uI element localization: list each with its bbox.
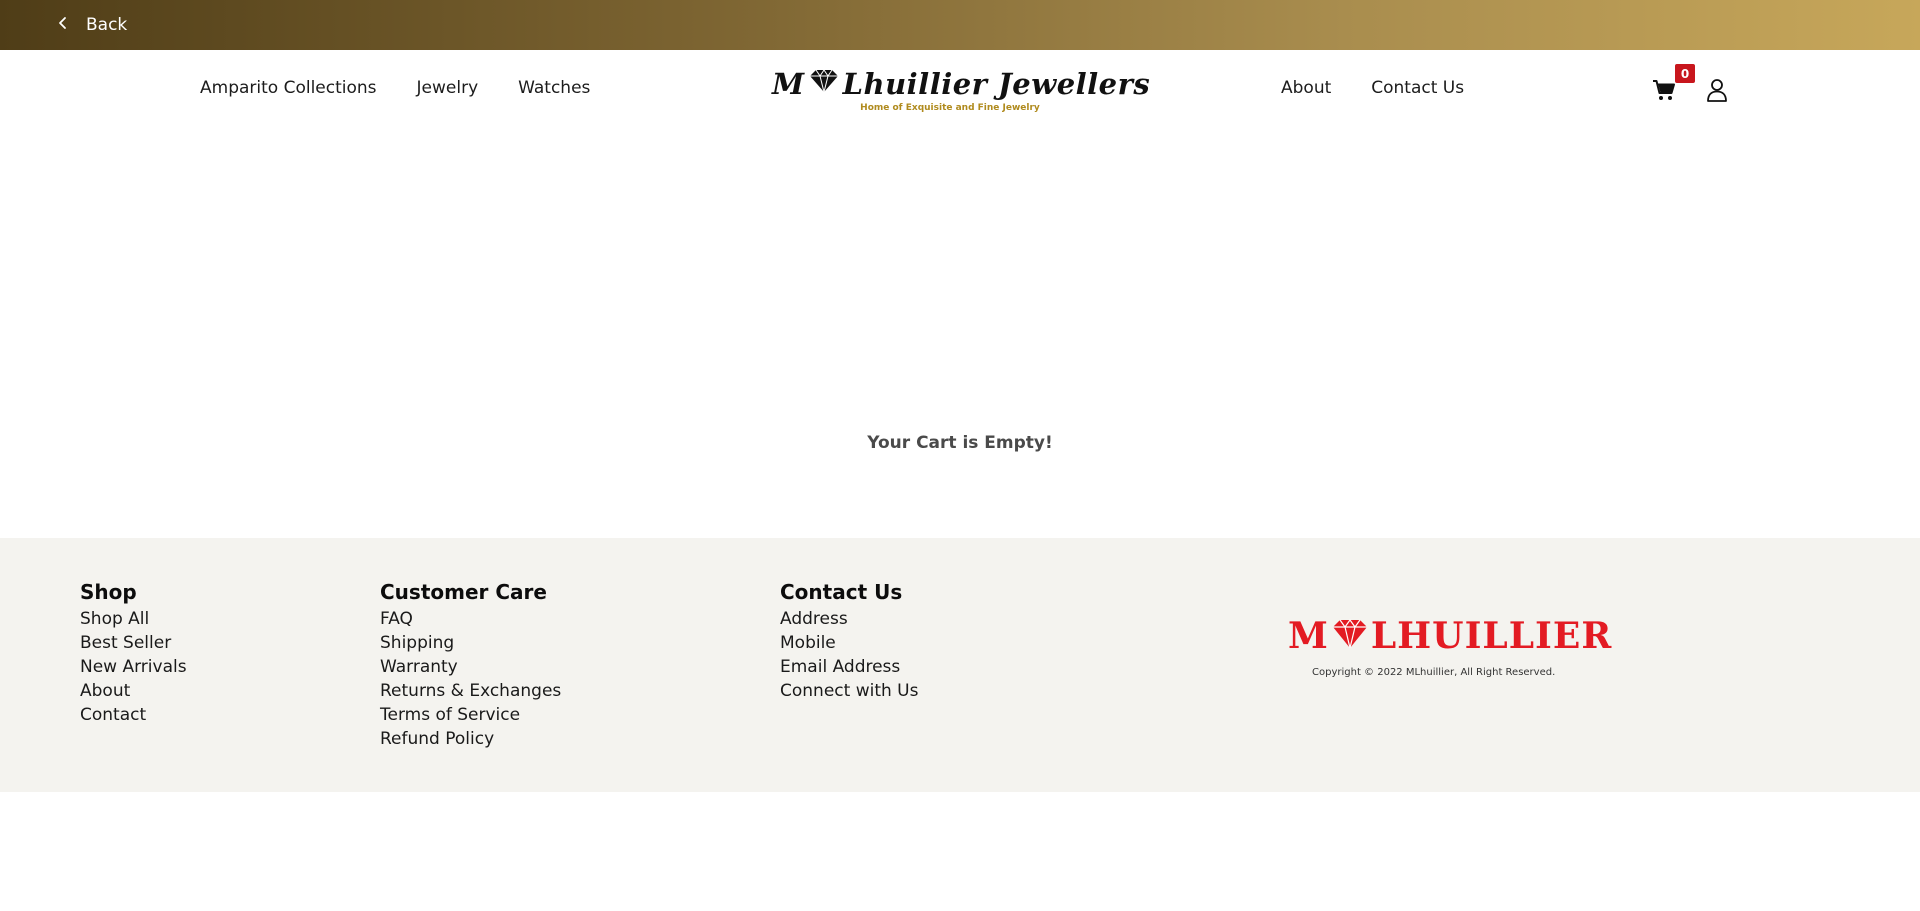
footer-link-contact[interactable]: Contact <box>80 703 187 727</box>
diamond-heart-icon <box>1329 618 1371 654</box>
back-button[interactable]: Back <box>56 0 127 50</box>
main-nav-left: Amparito Collections Jewelry Watches <box>200 78 590 98</box>
site-footer: Shop Shop All Best Seller New Arrivals A… <box>0 538 1920 792</box>
nav-link-watches[interactable]: Watches <box>518 78 590 98</box>
cart-count-badge: 0 <box>1675 64 1695 83</box>
cart-icon <box>1652 80 1676 106</box>
logo-wordmark: M Lhuillier Jewellers <box>772 67 1151 101</box>
footer-link-warranty[interactable]: Warranty <box>380 655 561 679</box>
footer-link-mobile[interactable]: Mobile <box>780 631 918 655</box>
footer-link-refund-policy[interactable]: Refund Policy <box>380 727 561 751</box>
cart-button[interactable] <box>1652 78 1678 104</box>
main-nav-right: About Contact Us <box>1281 78 1464 98</box>
account-button[interactable] <box>1706 78 1730 104</box>
user-icon <box>1706 79 1728 106</box>
copyright-text: Copyright © 2022 MLhuillier, All Right R… <box>1312 667 1556 678</box>
footer-link-about[interactable]: About <box>80 679 187 703</box>
footer-contact-heading: Contact Us <box>780 580 903 604</box>
footer-link-connect-with-us[interactable]: Connect with Us <box>780 679 918 703</box>
empty-cart-message: Your Cart is Empty! <box>867 433 1053 453</box>
footer-link-returns-exchanges[interactable]: Returns & Exchanges <box>380 679 561 703</box>
diamond-heart-icon <box>807 68 841 100</box>
footer-link-faq[interactable]: FAQ <box>380 607 561 631</box>
top-bar: Back <box>0 0 1920 50</box>
nav-link-contact-us[interactable]: Contact Us <box>1371 78 1464 98</box>
footer-link-new-arrivals[interactable]: New Arrivals <box>80 655 187 679</box>
footer-link-terms-of-service[interactable]: Terms of Service <box>380 703 561 727</box>
nav-link-about[interactable]: About <box>1281 78 1331 98</box>
footer-link-email-address[interactable]: Email Address <box>780 655 918 679</box>
nav-link-jewelry[interactable]: Jewelry <box>417 78 479 98</box>
footer-link-address[interactable]: Address <box>780 607 918 631</box>
footer-customer-care-column: Customer Care FAQ Shipping Warranty Retu… <box>380 580 561 751</box>
footer-contact-column: Contact Us Address Mobile Email Address … <box>780 580 918 703</box>
footer-brand-logo: M LHUILLIER <box>1288 615 1613 657</box>
footer-link-best-seller[interactable]: Best Seller <box>80 631 187 655</box>
brand-logo[interactable]: M Lhuillier Jewellers Home of Exquisite … <box>772 67 1151 120</box>
footer-shop-heading: Shop <box>80 580 137 604</box>
logo-tagline: Home of Exquisite and Fine Jewelry <box>860 103 1040 113</box>
footer-shop-column: Shop Shop All Best Seller New Arrivals A… <box>80 580 187 727</box>
footer-link-shop-all[interactable]: Shop All <box>80 607 187 631</box>
chevron-left-icon <box>56 15 70 35</box>
nav-link-amparito-collections[interactable]: Amparito Collections <box>200 78 377 98</box>
footer-care-heading: Customer Care <box>380 580 547 604</box>
back-label: Back <box>86 15 128 35</box>
footer-link-shipping[interactable]: Shipping <box>380 631 561 655</box>
